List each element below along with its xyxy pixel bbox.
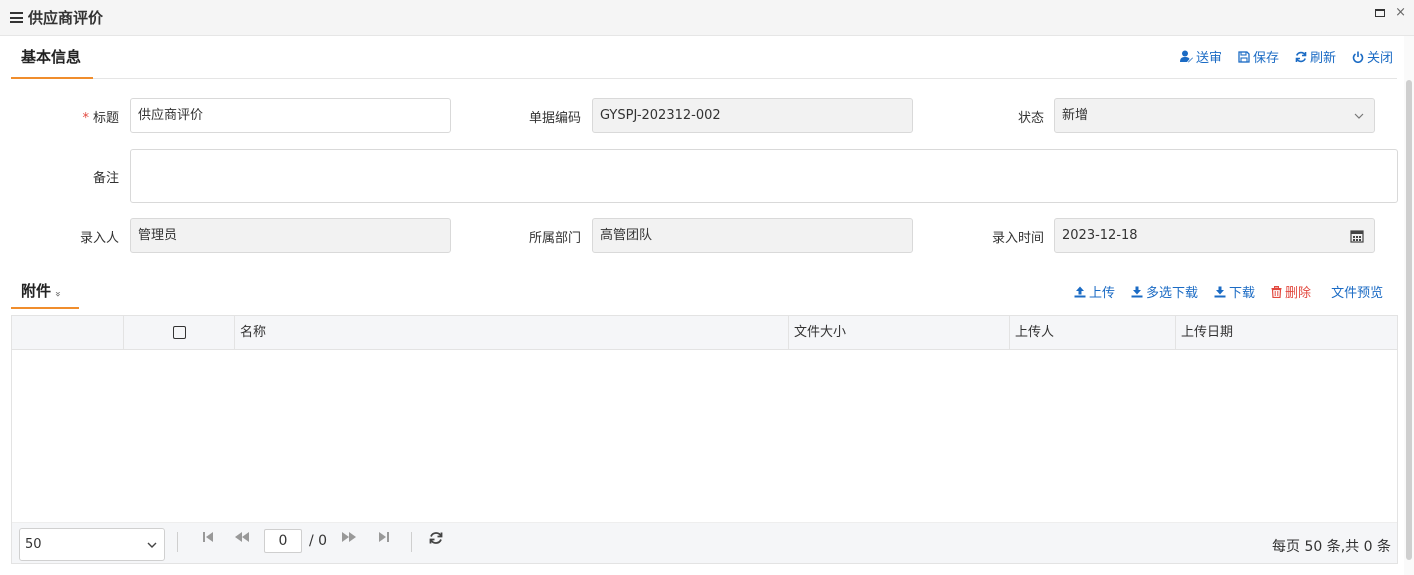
refresh-icon	[1295, 51, 1307, 62]
submit-button-label: 送审	[1196, 51, 1223, 66]
entry-time-input[interactable]: 2023-12-18	[1054, 218, 1375, 253]
select-all-cell	[123, 316, 234, 350]
select-all-checkbox[interactable]	[172, 326, 186, 339]
maximize-icon[interactable]	[1375, 8, 1386, 17]
last-page-icon[interactable]	[378, 531, 390, 547]
pager-separator	[411, 532, 412, 552]
multi-download-button-label: 多选下载	[1146, 286, 1199, 301]
column-header-name[interactable]: 名称	[234, 316, 788, 350]
delete-button-label: 删除	[1285, 286, 1312, 301]
entry-time-label: 录入时间	[991, 231, 1044, 246]
section-divider	[93, 78, 1397, 79]
title-input[interactable]: 供应商评价	[130, 98, 451, 133]
scrollbar-thumb[interactable]	[1406, 80, 1412, 560]
trash-icon	[1271, 285, 1282, 298]
column-header-size[interactable]: 文件大小	[788, 316, 1009, 350]
upload-button-label: 上传	[1089, 286, 1116, 301]
tab-basic-info-label: 基本信息	[21, 48, 82, 66]
remark-textarea[interactable]	[130, 149, 1398, 203]
download-button-label: 下载	[1229, 286, 1256, 301]
multi-download-button[interactable]: 多选下载	[1131, 282, 1198, 301]
upload-button[interactable]: 上传	[1074, 282, 1115, 301]
basic-toolbar: 送审 保存 刷新 关闭	[1180, 47, 1393, 66]
page-size-select[interactable]: 50	[19, 528, 165, 561]
current-page-input[interactable]: 0	[264, 529, 302, 553]
title-label: * 标题	[82, 111, 119, 126]
download-icon	[1214, 286, 1226, 297]
collapse-icon[interactable]: »	[42, 291, 72, 297]
hamburger-icon[interactable]	[10, 12, 23, 23]
total-pages: / 0	[309, 533, 328, 549]
remark-label: 备注	[92, 171, 119, 186]
refresh-button[interactable]: 刷新	[1295, 47, 1336, 66]
floppy-disk-icon	[1238, 50, 1250, 63]
save-button[interactable]: 保存	[1238, 47, 1279, 66]
delete-button[interactable]: 删除	[1271, 282, 1311, 301]
tab-basic-info[interactable]: 基本信息	[11, 38, 93, 79]
required-mark: *	[82, 111, 89, 126]
chevron-down-icon	[1354, 99, 1364, 132]
creator-input[interactable]: 管理员	[130, 218, 451, 253]
close-button-label: 关闭	[1367, 51, 1394, 66]
pager-separator	[177, 532, 178, 552]
download-button[interactable]: 下载	[1214, 282, 1255, 301]
calendar-icon[interactable]	[1350, 219, 1364, 252]
attachment-grid: 名称 文件大小 上传人 上传日期 50 0 / 0 每页 50 条,共 0 条	[11, 315, 1398, 564]
close-icon[interactable]: ×	[1395, 6, 1406, 19]
upload-icon	[1074, 286, 1086, 297]
file-preview-button[interactable]: 文件预览	[1331, 282, 1383, 301]
window-title: 供应商评价	[28, 9, 104, 27]
pager-summary: 每页 50 条,共 0 条	[1272, 539, 1391, 555]
tab-attachments[interactable]: 附件»	[11, 276, 79, 309]
submit-button[interactable]: 送审	[1180, 47, 1222, 66]
attachment-toolbar: 上传 多选下载 下载 删除 文件预览	[1074, 282, 1383, 301]
first-page-icon[interactable]	[202, 531, 214, 547]
window-titlebar: 供应商评价 ×	[0, 0, 1414, 36]
doc-code-label: 单据编码	[528, 111, 581, 126]
reload-icon[interactable]	[429, 531, 443, 549]
close-button[interactable]: 关闭	[1352, 47, 1393, 66]
prev-page-icon[interactable]	[234, 531, 250, 547]
status-label: 状态	[1017, 111, 1044, 126]
column-header-uploader[interactable]: 上传人	[1009, 316, 1175, 350]
department-label: 所属部门	[528, 231, 581, 246]
department-input[interactable]: 高管团队	[592, 218, 913, 253]
grid-header: 名称 文件大小 上传人 上传日期	[12, 316, 1397, 350]
pager: 50 0 / 0 每页 50 条,共 0 条	[12, 522, 1397, 563]
save-button-label: 保存	[1253, 51, 1280, 66]
refresh-button-label: 刷新	[1310, 51, 1337, 66]
power-icon	[1352, 51, 1364, 63]
next-page-icon[interactable]	[341, 531, 357, 547]
column-header-upload-date[interactable]: 上传日期	[1175, 316, 1397, 350]
download-icon	[1131, 286, 1143, 297]
user-send-icon	[1180, 50, 1193, 63]
doc-code-input[interactable]: GYSPJ-202312-002	[592, 98, 913, 133]
status-select[interactable]: 新增	[1054, 98, 1375, 133]
chevron-down-icon	[147, 529, 157, 560]
creator-label: 录入人	[79, 231, 119, 246]
file-preview-button-label: 文件预览	[1331, 286, 1384, 301]
